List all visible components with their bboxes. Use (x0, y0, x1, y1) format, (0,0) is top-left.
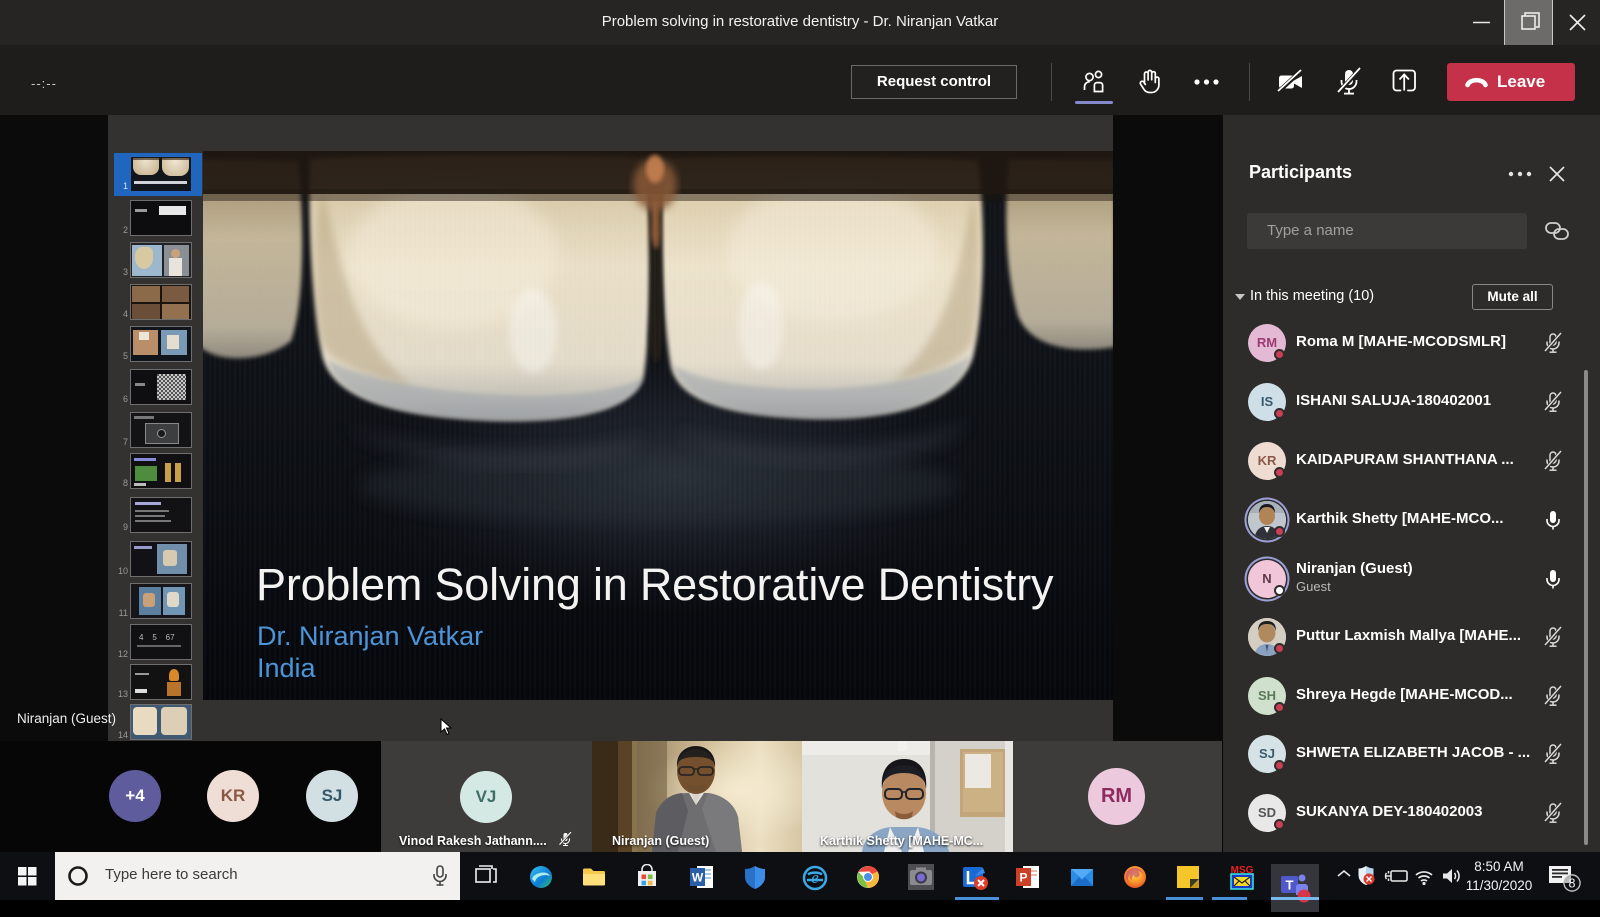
svg-text:P: P (1019, 871, 1027, 885)
svg-text:W: W (692, 871, 704, 885)
svg-text:T: T (1286, 878, 1294, 893)
svg-text:8: 8 (1569, 877, 1576, 891)
svg-text:e: e (811, 868, 819, 887)
